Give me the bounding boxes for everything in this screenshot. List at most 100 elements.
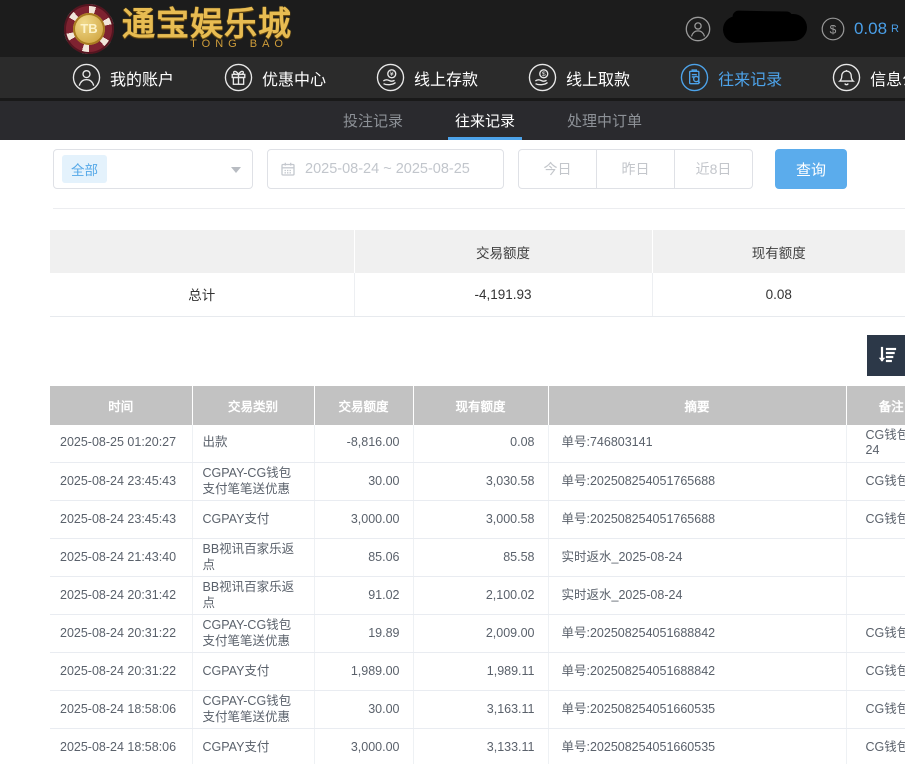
balance-currency: R (891, 23, 899, 35)
summary-total-row: 总计 -4,191.93 0.08 (50, 273, 905, 316)
withdraw-icon: $ (528, 63, 557, 92)
summary-cell: 单号:202508254051660535 (548, 691, 846, 729)
nav-label: 线上取款 (566, 66, 630, 90)
site-subtitle: TONG BAO (122, 38, 292, 50)
tab-bet-records[interactable]: 投注记录 (340, 101, 406, 140)
remark-cell (846, 539, 905, 577)
transactions-table: 时间交易类别交易额度现有额度摘要备注 2025-08-25 01:20:27出款… (50, 386, 905, 764)
amount-cell: 30.00 (314, 691, 413, 729)
nav-item-my-account[interactable]: 我的账户 (72, 63, 174, 92)
nav-item-transaction-records[interactable]: 往来记录 (680, 63, 782, 92)
sort-descending-icon (873, 343, 899, 369)
balance-cell: 1,989.11 (413, 653, 548, 691)
date-range-input[interactable]: 2025-08-24 ~ 2025-08-25 (267, 149, 504, 189)
summary-cell: 单号:202508254051688842 (548, 653, 846, 691)
svg-text:¥: ¥ (390, 71, 394, 78)
balance-coin-icon[interactable]: $ (821, 17, 845, 41)
bell-icon (832, 63, 861, 92)
column-header: 现有额度 (413, 386, 548, 425)
type-cell: BB视讯百家乐返点 (192, 539, 314, 577)
transactions-body: 2025-08-25 01:20:27出款-8,816.000.08单号:746… (50, 425, 905, 764)
column-header: 摘要 (548, 386, 846, 425)
topbar-account-area: $ 0.08 R (685, 15, 899, 42)
table-row: 2025-08-24 20:31:22CGPAY-CG钱包支付笔笔送优惠19.8… (50, 615, 905, 653)
last-8-days-button[interactable]: 近8日 (674, 149, 753, 189)
amount-cell: 1,989.00 (314, 653, 413, 691)
nav-item-online-withdraw[interactable]: $ 线上取款 (528, 63, 630, 92)
remark-cell: CG钱包 (846, 463, 905, 501)
table-row: 2025-08-24 21:43:40BB视讯百家乐返点85.0685.58实时… (50, 539, 905, 577)
time-cell: 2025-08-24 23:45:43 (50, 463, 192, 501)
tab-pending-orders[interactable]: 处理中订单 (564, 101, 645, 140)
summary-total-transaction: -4,191.93 (354, 273, 652, 316)
search-button[interactable]: 查询 (775, 149, 847, 189)
amount-cell: 3,000.00 (314, 501, 413, 539)
amount-cell: 19.89 (314, 615, 413, 653)
nav-label: 我的账户 (110, 66, 174, 90)
table-row: 2025-08-25 01:20:27出款-8,816.000.08单号:746… (50, 425, 905, 463)
summary-cell: 单号:746803141 (548, 425, 846, 463)
site-title: 通宝娱乐城 (122, 7, 292, 40)
remark-cell: CG钱包 (846, 729, 905, 764)
nav-label: 线上存款 (414, 66, 478, 90)
nav-label: 往来记录 (718, 66, 782, 90)
balance-cell: 85.58 (413, 539, 548, 577)
remark-cell: CG钱包 (846, 615, 905, 653)
remark-cell (846, 577, 905, 615)
remark-cell: CG钱包-24 (846, 425, 905, 463)
type-cell: CGPAY-CG钱包支付笔笔送优惠 (192, 463, 314, 501)
today-button[interactable]: 今日 (518, 149, 597, 189)
section-divider (53, 208, 905, 209)
selected-type-tag[interactable]: 全部 (62, 155, 107, 183)
deposit-icon: ¥ (376, 63, 405, 92)
calendar-icon (280, 161, 296, 177)
column-header: 交易额度 (314, 386, 413, 425)
time-cell: 2025-08-24 23:45:43 (50, 501, 192, 539)
remark-cell: CG钱包 (846, 501, 905, 539)
nav-label: 优惠中心 (262, 66, 326, 90)
table-row: 2025-08-24 18:58:06CGPAY支付3,000.003,133.… (50, 729, 905, 764)
balance-cell: 3,163.11 (413, 691, 548, 729)
nav-item-announcements[interactable]: 信息公告 (832, 63, 905, 92)
type-cell: 出款 (192, 425, 314, 463)
yesterday-button[interactable]: 昨日 (596, 149, 675, 189)
time-cell: 2025-08-24 21:43:40 (50, 539, 192, 577)
user-icon[interactable] (685, 16, 711, 42)
site-logo[interactable]: TB 通宝娱乐城 TONG BAO (64, 4, 292, 54)
balance-cell: 3,133.11 (413, 729, 548, 764)
redacted-username (723, 14, 808, 44)
topbar: TB 通宝娱乐城 TONG BAO $ 0.08 R (0, 0, 905, 57)
summary-cell: 单号:202508254051765688 (548, 501, 846, 539)
balance-cell: 0.08 (413, 425, 548, 463)
table-row: 2025-08-24 23:45:43CGPAY-CG钱包支付笔笔送优惠30.0… (50, 463, 905, 501)
chip-monogram: TB (73, 13, 105, 45)
nav-item-promotions[interactable]: 优惠中心 (224, 63, 326, 92)
nav-item-online-deposit[interactable]: ¥ 线上存款 (376, 63, 478, 92)
time-cell: 2025-08-24 18:58:06 (50, 729, 192, 764)
type-cell: BB视讯百家乐返点 (192, 577, 314, 615)
type-cell: CGPAY支付 (192, 653, 314, 691)
balance-cell: 2,009.00 (413, 615, 548, 653)
time-cell: 2025-08-24 20:31:22 (50, 653, 192, 691)
date-range-value: 2025-08-24 ~ 2025-08-25 (305, 161, 470, 177)
table-row: 2025-08-24 20:31:42BB视讯百家乐返点91.022,100.0… (50, 577, 905, 615)
summary-total-label: 总计 (50, 273, 354, 316)
chevron-down-icon (231, 167, 241, 173)
summary-cell: 实时返水_2025-08-24 (548, 577, 846, 615)
sub-tabs: 投注记录 往来记录 处理中订单 (340, 101, 645, 140)
remark-cell: CG钱包 (846, 691, 905, 729)
table-row: 2025-08-24 18:58:06CGPAY-CG钱包支付笔笔送优惠30.0… (50, 691, 905, 729)
summary-cell: 单号:202508254051688842 (548, 615, 846, 653)
balance-cell: 3,030.58 (413, 463, 548, 501)
amount-cell: 91.02 (314, 577, 413, 615)
tab-transaction-records[interactable]: 往来记录 (452, 101, 518, 140)
balance-amount: 0.08 (854, 19, 887, 39)
column-header: 备注 (846, 386, 905, 425)
column-header: 交易类别 (192, 386, 314, 425)
amount-cell: -8,816.00 (314, 425, 413, 463)
quick-date-buttons: 今日 昨日 近8日 (518, 149, 753, 189)
sort-descending-button[interactable] (867, 335, 905, 376)
poker-chip-logo-icon: TB (64, 4, 114, 54)
type-select[interactable]: 全部 (53, 149, 253, 189)
amount-cell: 3,000.00 (314, 729, 413, 764)
